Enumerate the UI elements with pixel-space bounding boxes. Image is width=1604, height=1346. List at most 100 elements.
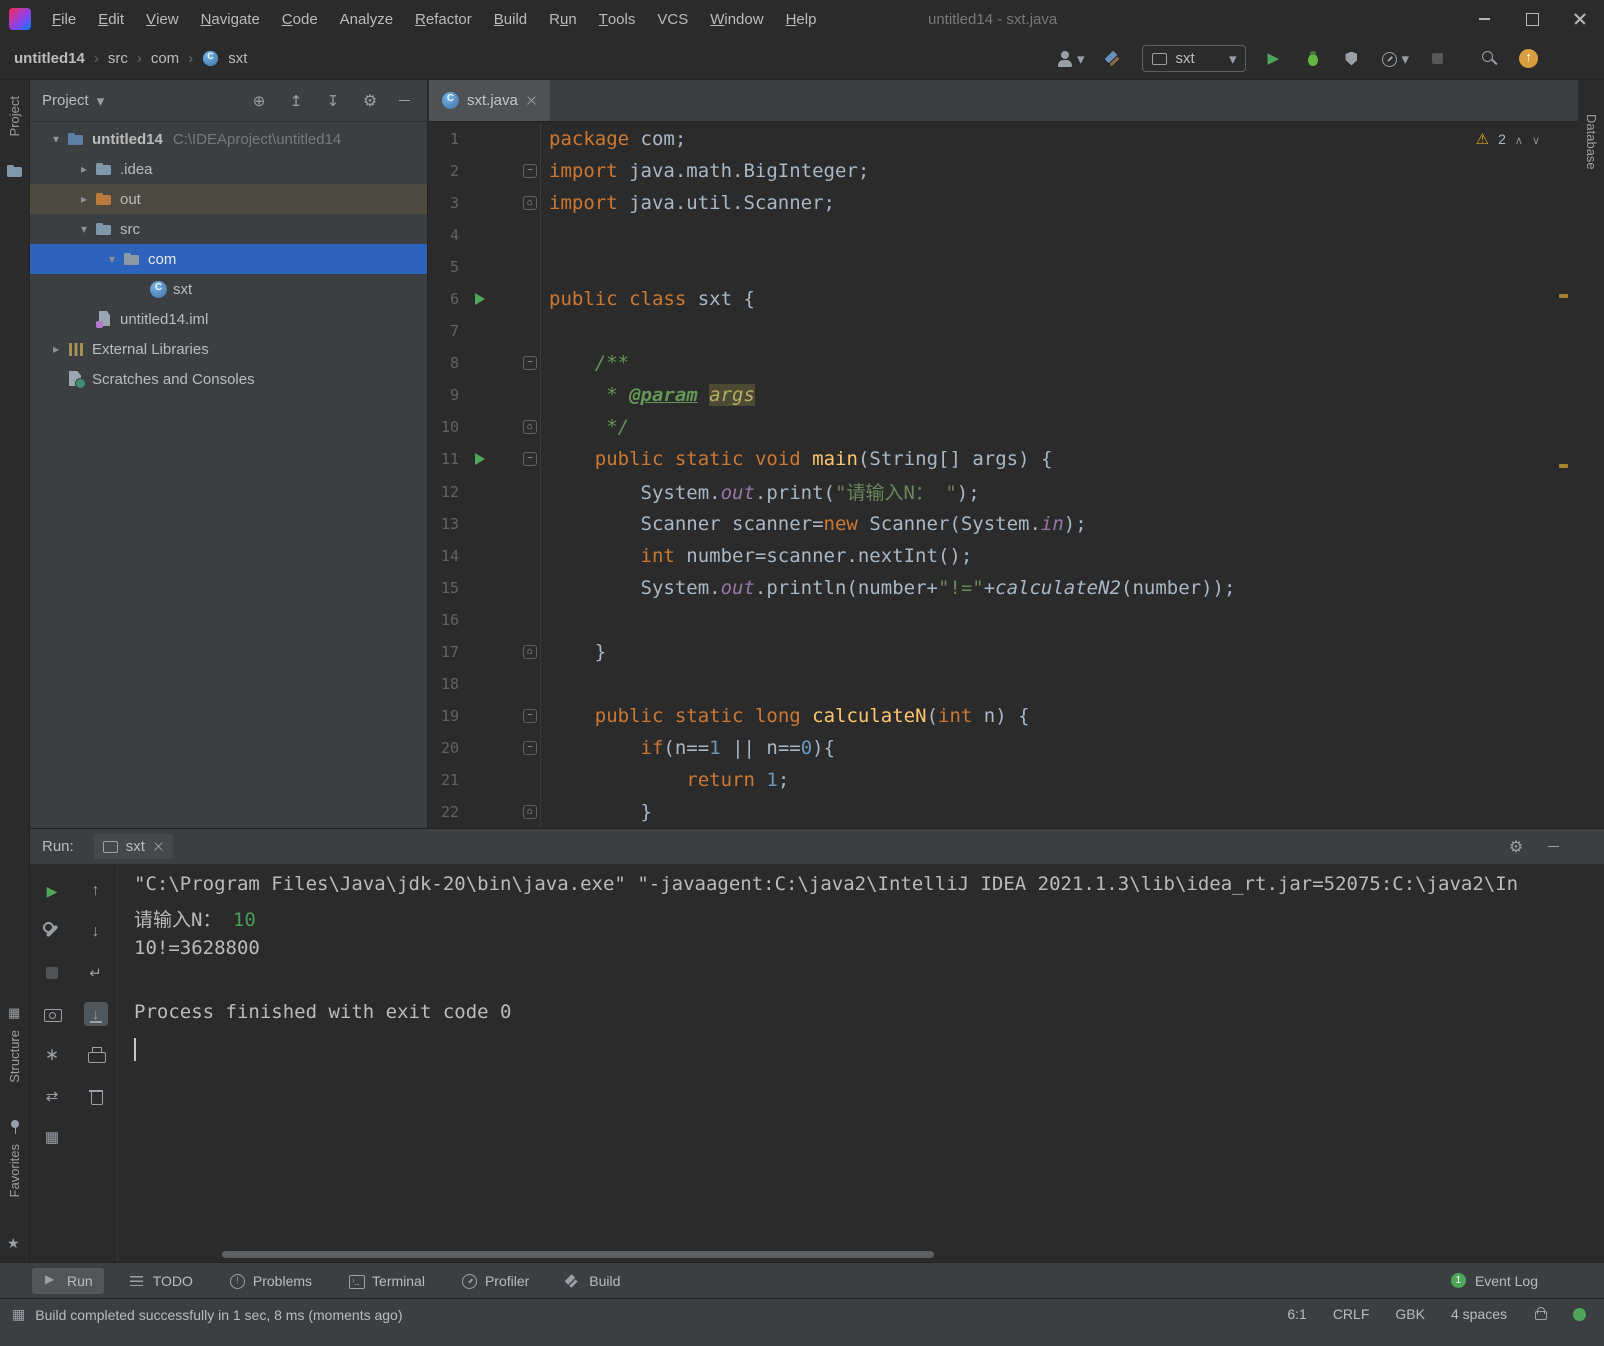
run-tab-sxt[interactable]: sxt	[93, 834, 173, 859]
indent-setting[interactable]: 4 spaces	[1451, 1306, 1507, 1322]
fold-start-icon[interactable]	[523, 356, 537, 371]
console-horizontal-scrollbar[interactable]	[222, 1251, 934, 1258]
menu-code[interactable]: Code	[271, 0, 329, 38]
fold-gutter[interactable]	[501, 635, 541, 668]
gear-icon[interactable]	[362, 91, 378, 111]
fold-start-icon[interactable]	[523, 164, 537, 179]
build-hammer-icon[interactable]	[1104, 50, 1122, 68]
fold-end-icon[interactable]	[523, 196, 537, 211]
menu-navigate[interactable]: Navigate	[190, 0, 271, 38]
fold-gutter[interactable]	[501, 187, 541, 220]
menu-file[interactable]: File	[41, 0, 87, 38]
stripe-database-button[interactable]: Database	[1584, 114, 1599, 170]
code-text[interactable]: }	[541, 801, 652, 823]
code-text[interactable]: */	[541, 416, 629, 438]
chevron-down-icon[interactable]	[102, 252, 122, 266]
menu-tools[interactable]: Tools	[588, 0, 647, 38]
tree-item-src[interactable]: src	[30, 214, 427, 244]
breadcrumb-item[interactable]: untitled14	[14, 50, 85, 67]
close-run-tab-icon[interactable]	[153, 841, 164, 852]
chevron-down-icon[interactable]	[74, 222, 94, 236]
statusbar-message[interactable]: Build completed successfully in 1 sec, 8…	[35, 1307, 402, 1323]
toolwindow-todo[interactable]: TODO	[118, 1268, 204, 1294]
toolwindow-build[interactable]: Build	[554, 1268, 631, 1294]
update-notification-icon[interactable]	[1519, 49, 1538, 68]
menu-help[interactable]: Help	[775, 0, 828, 38]
tree-item--idea[interactable]: .idea	[30, 154, 427, 184]
attach-detach-icon[interactable]	[40, 1084, 64, 1108]
chevron-down-icon[interactable]	[1401, 50, 1409, 68]
tree-item-untitled14-iml[interactable]: untitled14.iml	[30, 304, 427, 334]
chevron-down-icon[interactable]	[1077, 50, 1085, 68]
chevron-down-icon[interactable]	[97, 92, 105, 110]
user-icon[interactable]	[1056, 50, 1074, 68]
run-button[interactable]	[1266, 49, 1284, 68]
code-text[interactable]: public class sxt {	[541, 288, 755, 310]
chevron-right-icon[interactable]	[74, 192, 94, 206]
chevron-down-icon[interactable]	[46, 132, 66, 146]
code-text[interactable]: /**	[541, 352, 629, 374]
code-text[interactable]: public static void main(String[] args) {	[541, 448, 1053, 470]
up-stack-icon[interactable]	[84, 879, 108, 903]
tree-item-com[interactable]: com	[30, 244, 427, 274]
fold-end-icon[interactable]	[523, 420, 537, 435]
toolwindow-terminal[interactable]: Terminal	[337, 1268, 436, 1294]
restore-layout-icon[interactable]	[40, 1125, 64, 1149]
fold-gutter[interactable]	[501, 731, 541, 764]
toolwindow-run[interactable]: Run	[32, 1267, 104, 1294]
readonly-lock-icon[interactable]	[1533, 1307, 1547, 1321]
tree-item-untitled14[interactable]: untitled14 C:\IDEAproject\untitled14	[30, 124, 427, 154]
maximize-button[interactable]	[1508, 0, 1556, 38]
stripe-favorites-button[interactable]: Favorites	[7, 1144, 22, 1197]
console-line[interactable]: Process finished with exit code 0	[134, 1001, 1604, 1033]
fold-start-icon[interactable]	[523, 740, 537, 755]
menu-view[interactable]: View	[135, 0, 190, 38]
code-text[interactable]: * @param args	[541, 384, 755, 407]
file-encoding[interactable]: GBK	[1395, 1306, 1425, 1322]
stripe-project-button[interactable]: Project	[7, 96, 22, 136]
menu-analyze[interactable]: Analyze	[329, 0, 404, 38]
toolwindow-switcher-icon[interactable]	[12, 1306, 25, 1323]
fold-end-icon[interactable]	[523, 805, 537, 819]
menu-vcs[interactable]: VCS	[646, 0, 699, 38]
capture-snapshot-icon[interactable]	[40, 1002, 64, 1026]
menu-refactor[interactable]: Refactor	[404, 0, 483, 38]
next-warning-icon[interactable]	[1532, 131, 1540, 147]
code-text[interactable]: if(n==1 || n==0){	[541, 737, 836, 759]
profiler-button[interactable]	[1380, 50, 1398, 68]
menu-build[interactable]: Build	[483, 0, 538, 38]
pin-icon[interactable]	[10, 1120, 20, 1134]
structure-icon[interactable]: ▦	[8, 1005, 20, 1021]
close-tab-icon[interactable]	[526, 95, 537, 106]
fold-end-icon[interactable]	[523, 644, 537, 659]
editor-scrollbar-mark-2[interactable]	[1559, 464, 1568, 468]
console-line[interactable]	[134, 969, 1604, 1001]
chevron-right-icon[interactable]	[74, 162, 94, 176]
event-log-button[interactable]: 1 Event Log	[1450, 1273, 1538, 1289]
run-gutter-icon[interactable]	[459, 293, 501, 306]
gear-icon[interactable]	[1508, 837, 1524, 857]
run-line-icon[interactable]	[475, 453, 485, 466]
fold-start-icon[interactable]	[523, 708, 537, 723]
editor-scrollbar-mark-1[interactable]	[1559, 294, 1568, 298]
chevron-right-icon[interactable]	[46, 342, 66, 356]
down-stack-icon[interactable]	[84, 920, 108, 944]
fold-gutter[interactable]	[501, 699, 541, 732]
scroll-to-end-icon[interactable]	[83, 1002, 108, 1026]
hide-toolwindow-icon[interactable]	[399, 100, 415, 102]
locate-file-icon[interactable]	[251, 92, 267, 110]
code-text[interactable]: }	[541, 641, 606, 663]
run-line-icon[interactable]	[475, 293, 485, 306]
fold-gutter[interactable]	[501, 411, 541, 444]
caret-position[interactable]: 6:1	[1287, 1306, 1306, 1322]
run-configuration-select[interactable]: sxt	[1142, 45, 1247, 72]
rerun-button[interactable]	[40, 879, 64, 903]
tree-item-scratches-and-consoles[interactable]: Scratches and Consoles	[30, 364, 427, 394]
star-icon[interactable]: ★	[7, 1235, 20, 1252]
tree-item-out[interactable]: out	[30, 184, 427, 214]
fold-gutter[interactable]	[501, 443, 541, 476]
code-text[interactable]: int number=scanner.nextInt();	[541, 545, 973, 567]
search-icon[interactable]	[1481, 50, 1499, 68]
run-gutter-icon[interactable]	[459, 453, 501, 466]
code-text[interactable]: System.out.println(number+"!="+calculate…	[541, 577, 1236, 599]
